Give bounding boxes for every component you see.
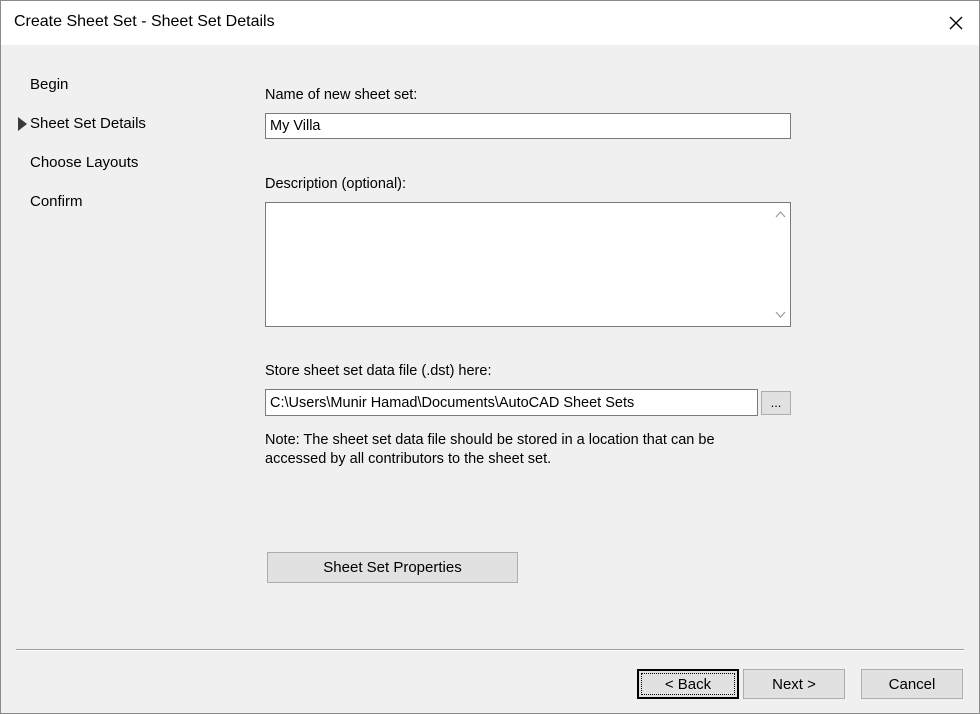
sheet-set-properties-button[interactable]: Sheet Set Properties bbox=[267, 552, 518, 583]
cancel-button[interactable]: Cancel bbox=[861, 669, 963, 699]
back-button[interactable]: < Back bbox=[637, 669, 739, 699]
nav-step-label: Confirm bbox=[30, 193, 83, 210]
close-icon bbox=[949, 16, 963, 30]
description-scrollbar[interactable] bbox=[771, 203, 790, 326]
nav-step-confirm[interactable]: Confirm bbox=[16, 192, 236, 231]
nav-step-sheet-set-details[interactable]: Sheet Set Details bbox=[16, 114, 236, 153]
description-input[interactable] bbox=[266, 203, 771, 326]
footer-separator bbox=[16, 649, 964, 651]
nav-step-choose-layouts[interactable]: Choose Layouts bbox=[16, 153, 236, 192]
dialog-window: Create Sheet Set - Sheet Set Details Beg… bbox=[0, 0, 980, 714]
nav-step-label: Sheet Set Details bbox=[30, 115, 146, 132]
description-label: Description (optional): bbox=[265, 176, 407, 192]
nav-step-label: Choose Layouts bbox=[30, 154, 139, 171]
nav-step-begin[interactable]: Begin bbox=[16, 75, 236, 114]
back-button-label: < Back bbox=[664, 675, 712, 693]
storage-note: Note: The sheet set data file should be … bbox=[265, 432, 715, 467]
close-button[interactable] bbox=[933, 1, 979, 45]
next-button[interactable]: Next > bbox=[743, 669, 845, 699]
name-label: Name of new sheet set: bbox=[265, 87, 418, 103]
triangle-right-icon bbox=[18, 117, 27, 137]
nav-step-label: Begin bbox=[30, 76, 69, 93]
sheet-set-name-input[interactable] bbox=[265, 113, 791, 139]
browse-button[interactable]: ... bbox=[761, 391, 791, 415]
store-location-label: Store sheet set data file (.dst) here: bbox=[265, 363, 492, 379]
window-title: Create Sheet Set - Sheet Set Details bbox=[14, 13, 275, 30]
store-path-input[interactable] bbox=[265, 389, 758, 416]
chevron-up-icon[interactable] bbox=[774, 208, 787, 221]
wizard-steps-nav: Begin Sheet Set Details Choose Layouts C… bbox=[16, 75, 236, 231]
title-bar: Create Sheet Set - Sheet Set Details bbox=[1, 1, 979, 45]
description-field bbox=[265, 202, 791, 327]
chevron-down-icon[interactable] bbox=[774, 308, 787, 321]
